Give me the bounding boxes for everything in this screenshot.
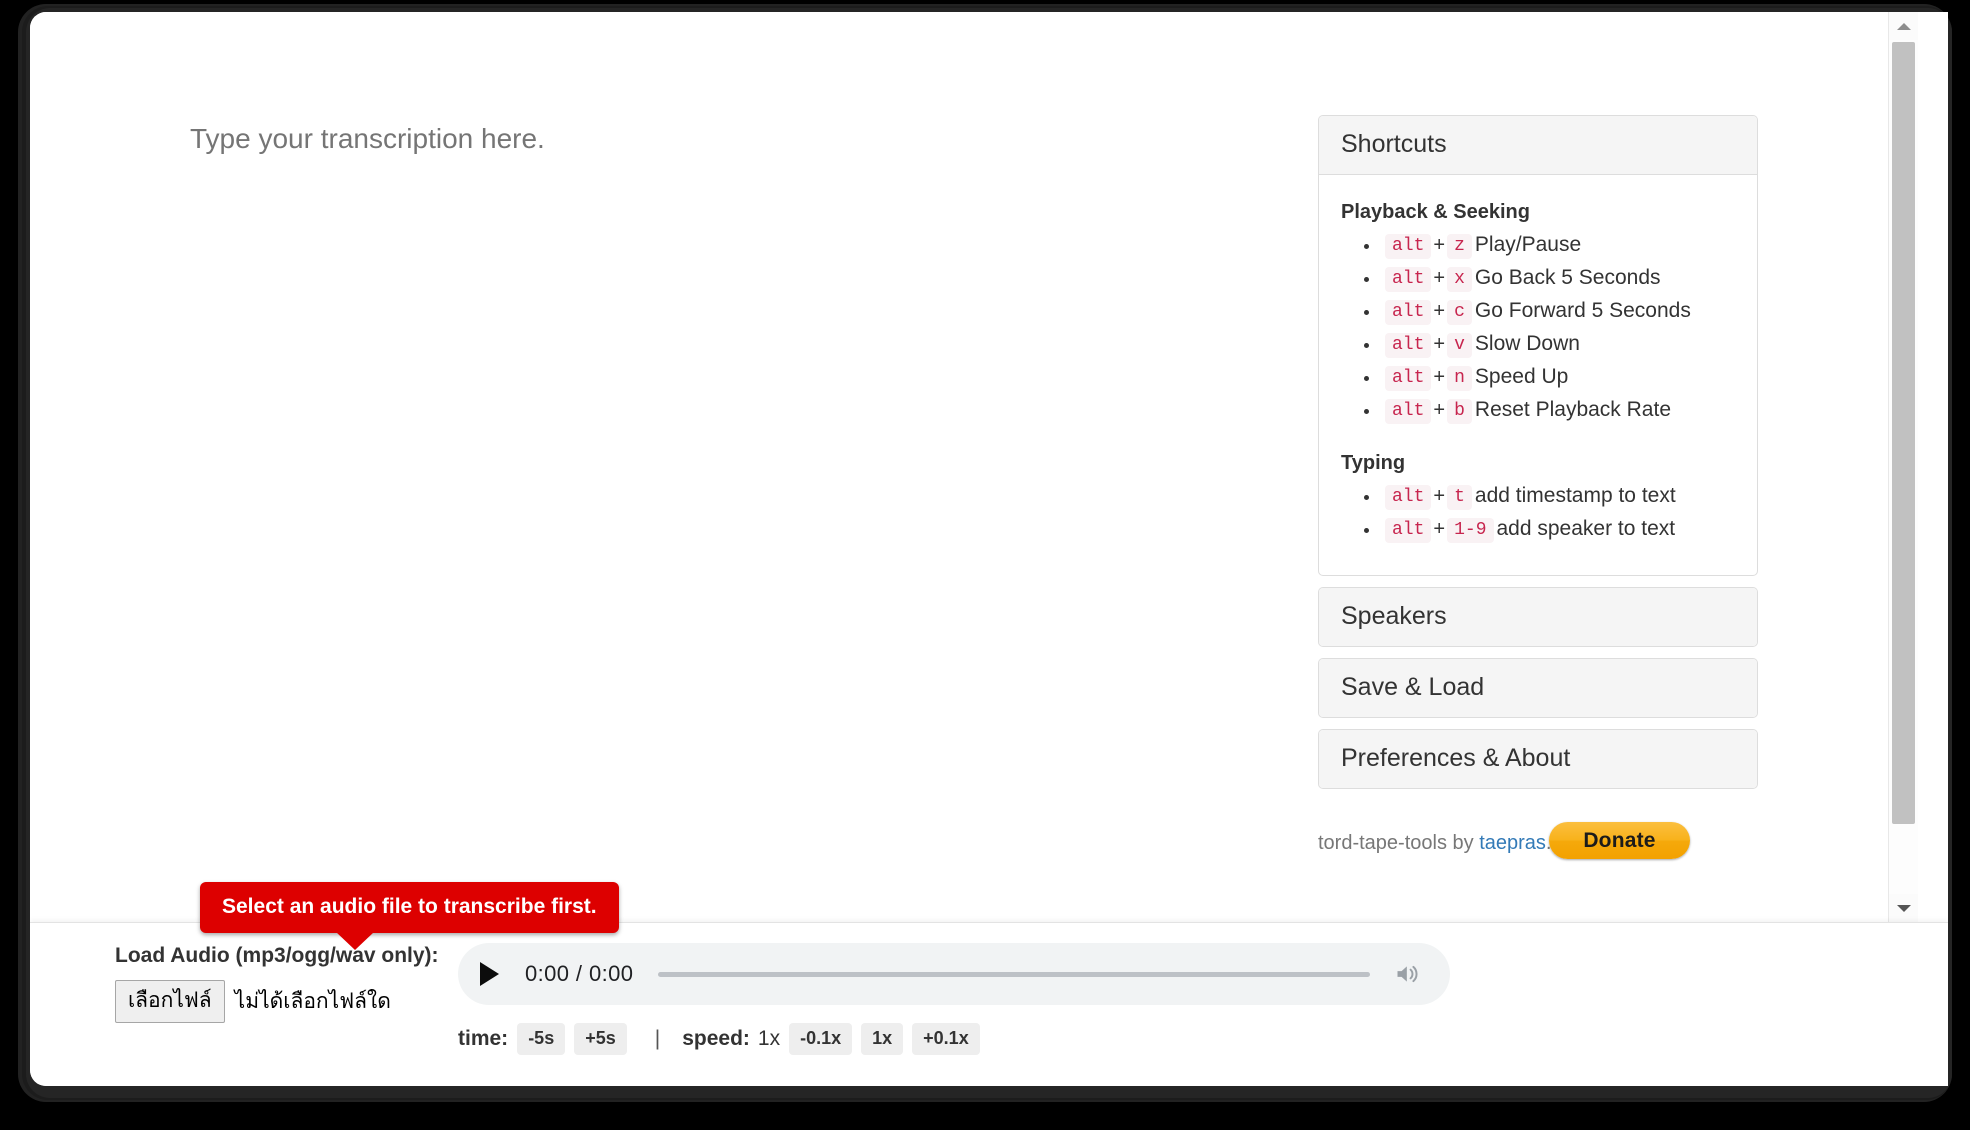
plus-separator: + (1433, 399, 1446, 421)
shortcut-list-playback: alt+zPlay/Pause alt+xGo Back 5 Seconds a… (1341, 234, 1735, 424)
kbd-key: z (1447, 234, 1472, 259)
kbd-key: 1-9 (1447, 518, 1494, 543)
shortcut-description: Slow Down (1474, 332, 1580, 355)
plus-separator: + (1433, 234, 1446, 256)
time-display: 0:00 / 0:00 (525, 961, 634, 986)
shortcut-description: Speed Up (1474, 365, 1569, 388)
kbd-modifier: alt (1385, 267, 1432, 292)
seek-back-5s-button[interactable]: -5s (517, 1023, 566, 1055)
plus-separator: + (1433, 518, 1446, 540)
plus-separator: + (1433, 485, 1446, 507)
play-icon[interactable] (480, 962, 499, 986)
kbd-modifier: alt (1385, 399, 1432, 424)
vertical-scrollbar[interactable] (1888, 12, 1918, 922)
panel-preferences-about: Preferences & About (1318, 729, 1758, 789)
plus-separator: + (1433, 300, 1446, 322)
speed-reset-button[interactable]: 1x (861, 1023, 904, 1055)
page-scroll-area: Shortcuts Playback & Seeking alt+zPlay/P… (30, 12, 1918, 922)
speed-label: speed: (682, 1027, 750, 1050)
time-label: time: (458, 1027, 509, 1050)
shortcut-description: Play/Pause (1474, 233, 1582, 256)
speed-value: 1x (757, 1027, 781, 1050)
device-frame: Shortcuts Playback & Seeking alt+zPlay/P… (0, 0, 1970, 1130)
load-audio-label: Load Audio (mp3/ogg/wav only): (115, 944, 439, 967)
shortcut-item: alt+tadd timestamp to text (1381, 485, 1735, 510)
panel-header-shortcuts[interactable]: Shortcuts (1319, 116, 1757, 175)
shortcut-description: add timestamp to text (1474, 484, 1676, 507)
no-file-selected-text: ไม่ได้เลือกไฟล์ใด (234, 990, 391, 1013)
shortcut-description: Go Forward 5 Seconds (1474, 299, 1691, 322)
shortcut-description: add speaker to text (1496, 517, 1676, 540)
panel-save-load: Save & Load (1318, 658, 1758, 718)
donate-button[interactable]: Donate (1549, 822, 1690, 859)
browser-viewport: Shortcuts Playback & Seeking alt+zPlay/P… (30, 12, 1948, 1086)
panel-body-shortcuts: Playback & Seeking alt+zPlay/Pause alt+x… (1319, 175, 1757, 575)
kbd-modifier: alt (1385, 333, 1432, 358)
controls-separator: | (654, 1027, 661, 1050)
scrollbar-thumb[interactable] (1892, 42, 1915, 824)
credit-author-link[interactable]: taepras (1479, 832, 1546, 854)
kbd-key: n (1447, 366, 1472, 391)
credit-prefix: tord-tape-tools by (1318, 832, 1480, 854)
panel-shortcuts: Shortcuts Playback & Seeking alt+zPlay/P… (1318, 115, 1758, 576)
audio-player: 0:00 / 0:00 (458, 943, 1450, 1005)
shortcut-item: alt+nSpeed Up (1381, 366, 1735, 391)
shortcut-item: alt+vSlow Down (1381, 333, 1735, 358)
plus-separator: + (1433, 366, 1446, 388)
error-tooltip: Select an audio file to transcribe first… (200, 882, 619, 950)
shortcut-list-typing: alt+tadd timestamp to text alt+1-9add sp… (1341, 485, 1735, 543)
shortcut-item: alt+cGo Forward 5 Seconds (1381, 300, 1735, 325)
chevron-down-icon (1896, 904, 1911, 912)
sidebar: Shortcuts Playback & Seeking alt+zPlay/P… (1318, 115, 1758, 874)
shortcut-item: alt+xGo Back 5 Seconds (1381, 267, 1735, 292)
sidebar-footer: tord-tape-tools by taepras. Donate (1318, 822, 1758, 874)
panel-header-preferences-about[interactable]: Preferences & About (1319, 730, 1757, 788)
shortcut-item: alt+bReset Playback Rate (1381, 399, 1735, 424)
choose-file-button[interactable]: เลือกไฟล์ (115, 980, 225, 1023)
scrollbar-up-arrow-icon[interactable] (1889, 12, 1918, 40)
plus-separator: + (1433, 267, 1446, 289)
kbd-modifier: alt (1385, 300, 1432, 325)
kbd-key: b (1447, 399, 1472, 424)
speed-decrease-button[interactable]: -0.1x (789, 1023, 853, 1055)
shortcut-item: alt+1-9add speaker to text (1381, 518, 1735, 543)
panel-speakers: Speakers (1318, 587, 1758, 647)
shortcut-item: alt+zPlay/Pause (1381, 234, 1735, 259)
transport-controls: time: -5s +5s | speed: 1x -0.1x 1x +0.1x (458, 1023, 980, 1055)
file-input-row: เลือกไฟล์ ไม่ได้เลือกไฟล์ใด (115, 980, 439, 1023)
kbd-modifier: alt (1385, 366, 1432, 391)
seek-forward-5s-button[interactable]: +5s (574, 1023, 627, 1055)
shortcut-description: Go Back 5 Seconds (1474, 266, 1661, 289)
tooltip-arrow (336, 932, 374, 950)
bottom-control-bar: Select an audio file to transcribe first… (30, 882, 1948, 1086)
kbd-key: x (1447, 267, 1472, 292)
speed-increase-button[interactable]: +0.1x (912, 1023, 980, 1055)
kbd-modifier: alt (1385, 485, 1432, 510)
kbd-key: c (1447, 300, 1472, 325)
plus-separator: + (1433, 333, 1446, 355)
kbd-modifier: alt (1385, 518, 1432, 543)
credit-text: tord-tape-tools by taepras. (1318, 832, 1551, 855)
shortcut-group-title-typing: Typing (1341, 452, 1406, 474)
kbd-key: v (1447, 333, 1472, 358)
panel-header-speakers[interactable]: Speakers (1319, 588, 1757, 646)
load-audio-block: Select an audio file to transcribe first… (115, 882, 619, 1023)
transcription-input[interactable] (190, 120, 1190, 820)
scrollbar-down-arrow-icon[interactable] (1889, 894, 1918, 922)
shortcut-group-title-playback: Playback & Seeking (1341, 201, 1530, 223)
volume-high-icon[interactable] (1392, 960, 1424, 988)
shortcut-description: Reset Playback Rate (1474, 398, 1672, 421)
kbd-modifier: alt (1385, 234, 1432, 259)
chevron-up-icon (1896, 22, 1911, 30)
panel-header-save-load[interactable]: Save & Load (1319, 659, 1757, 717)
tooltip-text: Select an audio file to transcribe first… (222, 895, 597, 918)
seek-slider[interactable] (658, 971, 1370, 977)
kbd-key: t (1447, 485, 1472, 510)
